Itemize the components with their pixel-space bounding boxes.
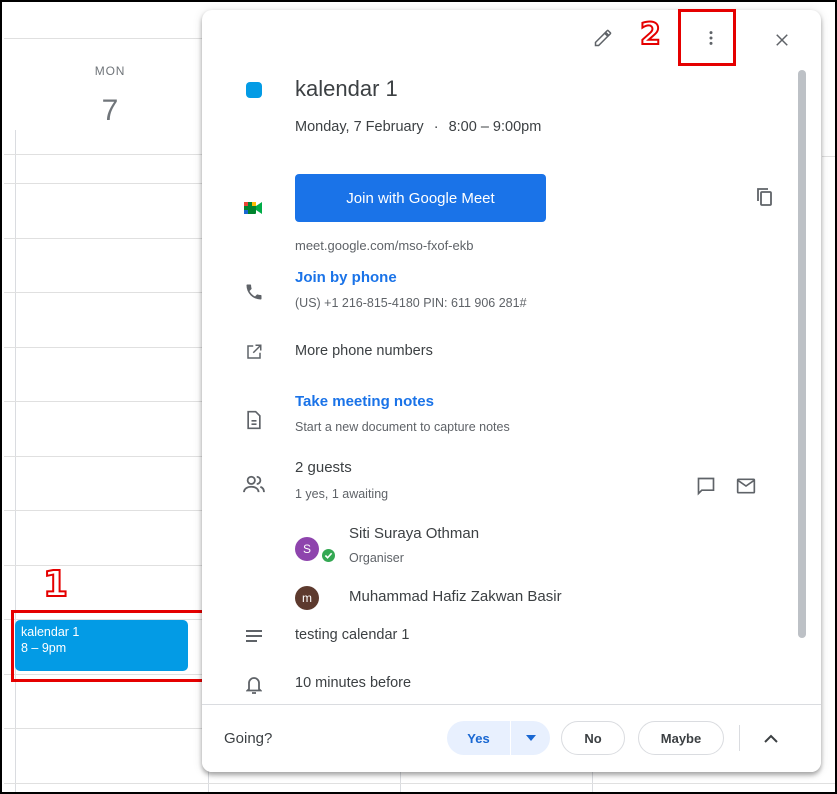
event-details-popup: kalendar 1 Monday, 7 February · 8:00 – 9… — [202, 10, 821, 772]
grid-divider — [4, 292, 204, 293]
join-meet-button[interactable]: Join with Google Meet — [295, 174, 546, 222]
grid-divider — [4, 565, 204, 566]
chevron-up-icon — [764, 734, 778, 743]
join-by-phone-link[interactable]: Join by phone — [295, 269, 397, 286]
copy-link-button[interactable] — [747, 179, 783, 215]
rsvp-yes-button[interactable]: Yes — [447, 731, 510, 746]
chat-guests-button[interactable] — [688, 468, 724, 504]
grid-divider — [4, 510, 204, 511]
more-phone-numbers-link[interactable]: More phone numbers — [295, 343, 433, 359]
avatar[interactable]: S — [295, 537, 319, 561]
rsvp-no-button[interactable]: No — [561, 721, 625, 755]
guest-role: Organiser — [349, 551, 404, 565]
event-description: testing calendar 1 — [295, 627, 410, 643]
accepted-check-icon — [320, 547, 336, 563]
grid-divider — [4, 728, 204, 729]
avatar[interactable]: m — [295, 586, 319, 610]
grid-divider — [15, 130, 16, 794]
rsvp-maybe-button[interactable]: Maybe — [638, 721, 724, 755]
rsvp-options-dropdown[interactable] — [511, 721, 550, 755]
pencil-icon — [594, 29, 612, 47]
grid-divider — [4, 347, 204, 348]
collapse-button[interactable] — [754, 721, 788, 755]
take-meeting-notes-link[interactable]: Take meeting notes — [295, 393, 434, 410]
guest-name: Muhammad Hafiz Zakwan Basir — [349, 588, 562, 605]
caret-down-icon — [525, 735, 536, 741]
edit-event-button[interactable] — [585, 20, 621, 56]
scrollbar[interactable] — [798, 70, 806, 638]
phone-icon — [242, 280, 266, 304]
email-guests-button[interactable] — [728, 468, 764, 504]
guest-count: 2 guests — [295, 459, 352, 476]
document-icon — [242, 408, 266, 432]
grid-divider — [4, 401, 204, 402]
meet-url[interactable]: meet.google.com/mso-fxof-ekb — [295, 238, 473, 253]
google-meet-icon — [242, 196, 266, 220]
event-datetime: Monday, 7 February · 8:00 – 9:00pm — [295, 119, 541, 135]
phone-details: (US) +1 216-815-4180 PIN: 611 906 281# — [295, 296, 527, 310]
meeting-notes-subtext: Start a new document to capture notes — [295, 420, 510, 434]
event-time: 8:00 – 9:00pm — [448, 119, 542, 135]
copy-icon — [757, 188, 772, 206]
annotation-box-1 — [11, 610, 215, 682]
going-label: Going? — [224, 730, 273, 747]
bell-icon — [242, 673, 266, 697]
guest-name: Siti Suraya Othman — [349, 525, 480, 542]
grid-divider — [4, 38, 204, 39]
annotation-box-2 — [678, 9, 736, 66]
event-title: kalendar 1 — [295, 76, 398, 101]
reminder-text: 10 minutes before — [295, 675, 412, 691]
divider — [739, 725, 740, 751]
grid-divider — [4, 183, 204, 184]
description-icon — [242, 624, 266, 648]
guests-icon — [242, 472, 266, 496]
guest-summary: 1 yes, 1 awaiting — [295, 487, 389, 501]
grid-divider — [4, 783, 837, 784]
close-icon — [776, 34, 788, 46]
annotation-label-2: 2 — [639, 17, 662, 52]
grid-divider — [4, 456, 204, 457]
chat-icon — [697, 477, 715, 496]
event-date: Monday, 7 February — [295, 119, 424, 135]
rsvp-footer: Going? Yes No Maybe — [202, 704, 821, 772]
rsvp-yes-group: Yes — [447, 721, 550, 755]
calendar-color-swatch — [246, 82, 262, 98]
close-button[interactable] — [764, 22, 800, 58]
separator-dot: · — [433, 119, 439, 135]
annotation-label-1: 1 — [42, 564, 69, 605]
day-of-week-label: MON — [94, 64, 126, 78]
day-number[interactable]: 7 — [80, 94, 140, 128]
grid-divider — [4, 154, 204, 155]
mail-icon — [736, 478, 756, 494]
open-in-new-icon — [242, 340, 266, 364]
grid-divider — [822, 156, 837, 157]
grid-divider — [4, 238, 204, 239]
